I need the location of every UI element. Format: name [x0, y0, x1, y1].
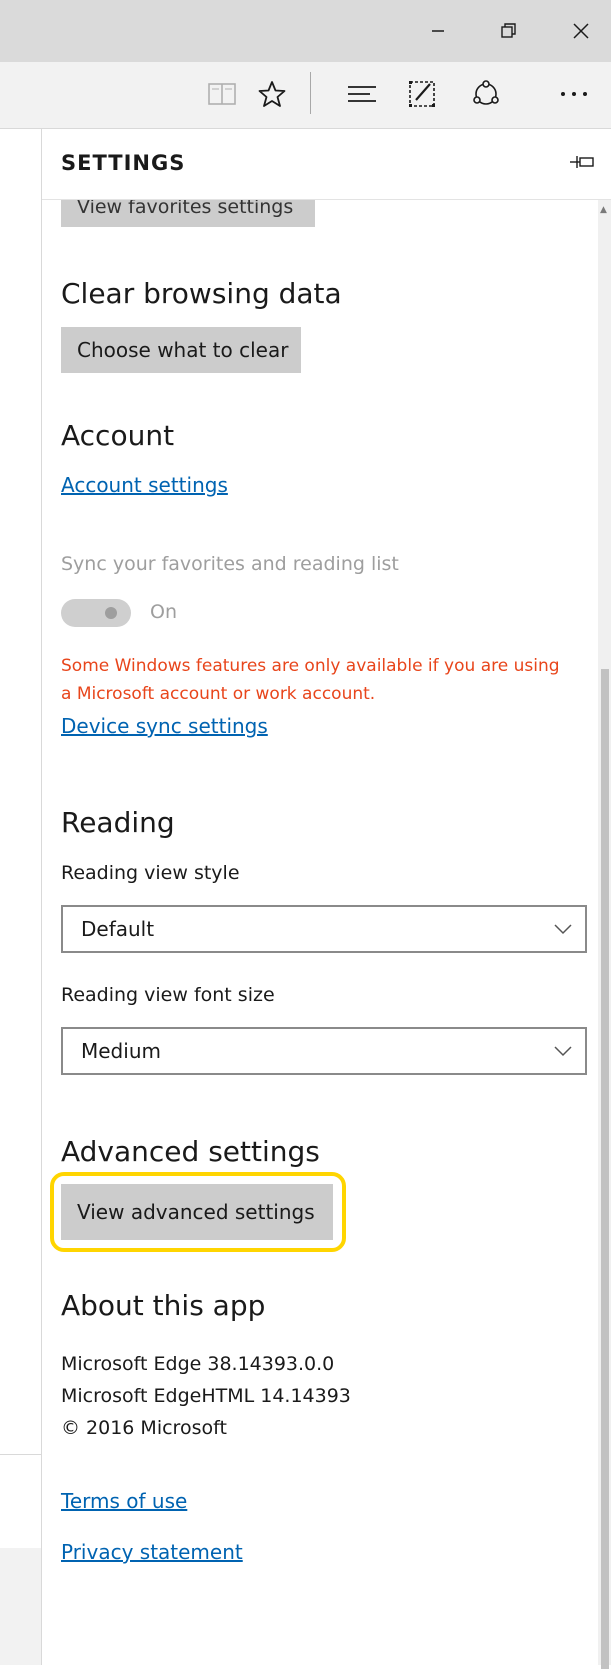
chevron-down-icon — [553, 919, 573, 939]
copyright: © 2016 Microsoft — [61, 1417, 227, 1439]
reading-view-icon — [208, 83, 236, 105]
edgehtml-version: Microsoft EdgeHTML 14.14393 — [61, 1385, 351, 1407]
pin-icon — [570, 156, 594, 168]
toolbar-divider — [310, 72, 311, 114]
close-button[interactable] — [551, 0, 611, 62]
chevron-down-icon — [553, 1041, 573, 1061]
about-this-app-heading: About this app — [61, 1289, 266, 1322]
title-bar — [0, 0, 611, 62]
reading-view-font-size-select[interactable]: Medium — [61, 1027, 587, 1075]
toggle-knob — [105, 607, 117, 619]
web-note-icon — [409, 81, 435, 107]
clear-browsing-data-heading: Clear browsing data — [61, 277, 342, 310]
hub-button[interactable] — [340, 74, 384, 114]
settings-scrollbar[interactable]: ▲ — [598, 199, 611, 1669]
privacy-statement-link[interactable]: Privacy statement — [61, 1540, 243, 1564]
minimize-icon — [432, 30, 444, 32]
reading-view-button[interactable] — [200, 74, 244, 114]
account-warning-text: Some Windows features are only available… — [61, 656, 560, 704]
reading-view-style-label: Reading view style — [61, 862, 240, 884]
scroll-thumb[interactable] — [601, 669, 609, 1669]
page-divider — [0, 1454, 41, 1455]
sync-label: Sync your favorites and reading list — [61, 553, 399, 575]
close-icon — [573, 23, 589, 39]
page-footer-area — [0, 1548, 41, 1665]
restore-icon — [501, 23, 516, 38]
favorite-star-icon — [258, 81, 286, 107]
advanced-settings-heading: Advanced settings — [61, 1135, 320, 1168]
reading-view-font-size-label: Reading view font size — [61, 984, 275, 1006]
scroll-up-arrow-icon[interactable]: ▲ — [600, 205, 607, 215]
view-advanced-settings-button[interactable]: View advanced settings — [61, 1184, 333, 1240]
restore-button[interactable] — [479, 0, 539, 62]
account-heading: Account — [61, 419, 175, 452]
reading-view-style-value: Default — [81, 917, 155, 941]
choose-what-to-clear-button[interactable]: Choose what to clear — [61, 327, 301, 373]
page-content-strip — [0, 129, 42, 1665]
reading-view-font-size-value: Medium — [81, 1039, 161, 1063]
settings-title: SETTINGS — [61, 151, 186, 175]
edge-version: Microsoft Edge 38.14393.0.0 — [61, 1353, 335, 1375]
device-sync-settings-link[interactable]: Device sync settings — [61, 714, 268, 738]
browser-toolbar — [0, 62, 611, 129]
minimize-button[interactable] — [408, 0, 468, 62]
about-info: Microsoft Edge 38.14393.0.0 Microsoft Ed… — [61, 1348, 351, 1444]
sync-state-label: On — [150, 601, 177, 623]
account-settings-link[interactable]: Account settings — [61, 473, 228, 497]
settings-header: SETTINGS — [42, 129, 611, 200]
add-favorite-button[interactable] — [250, 74, 294, 114]
share-button[interactable] — [464, 74, 508, 114]
settings-pane: View favorites settings Clear browsing d… — [42, 129, 611, 1669]
hub-icon — [348, 86, 376, 102]
web-note-button[interactable] — [400, 74, 444, 114]
more-button[interactable] — [552, 74, 596, 114]
reading-heading: Reading — [61, 806, 175, 839]
reading-view-style-select[interactable]: Default — [61, 905, 587, 953]
sync-toggle[interactable] — [61, 599, 131, 627]
pin-button[interactable] — [567, 147, 597, 177]
more-icon — [561, 92, 587, 96]
terms-of-use-link[interactable]: Terms of use — [61, 1489, 187, 1513]
share-icon — [473, 80, 499, 105]
